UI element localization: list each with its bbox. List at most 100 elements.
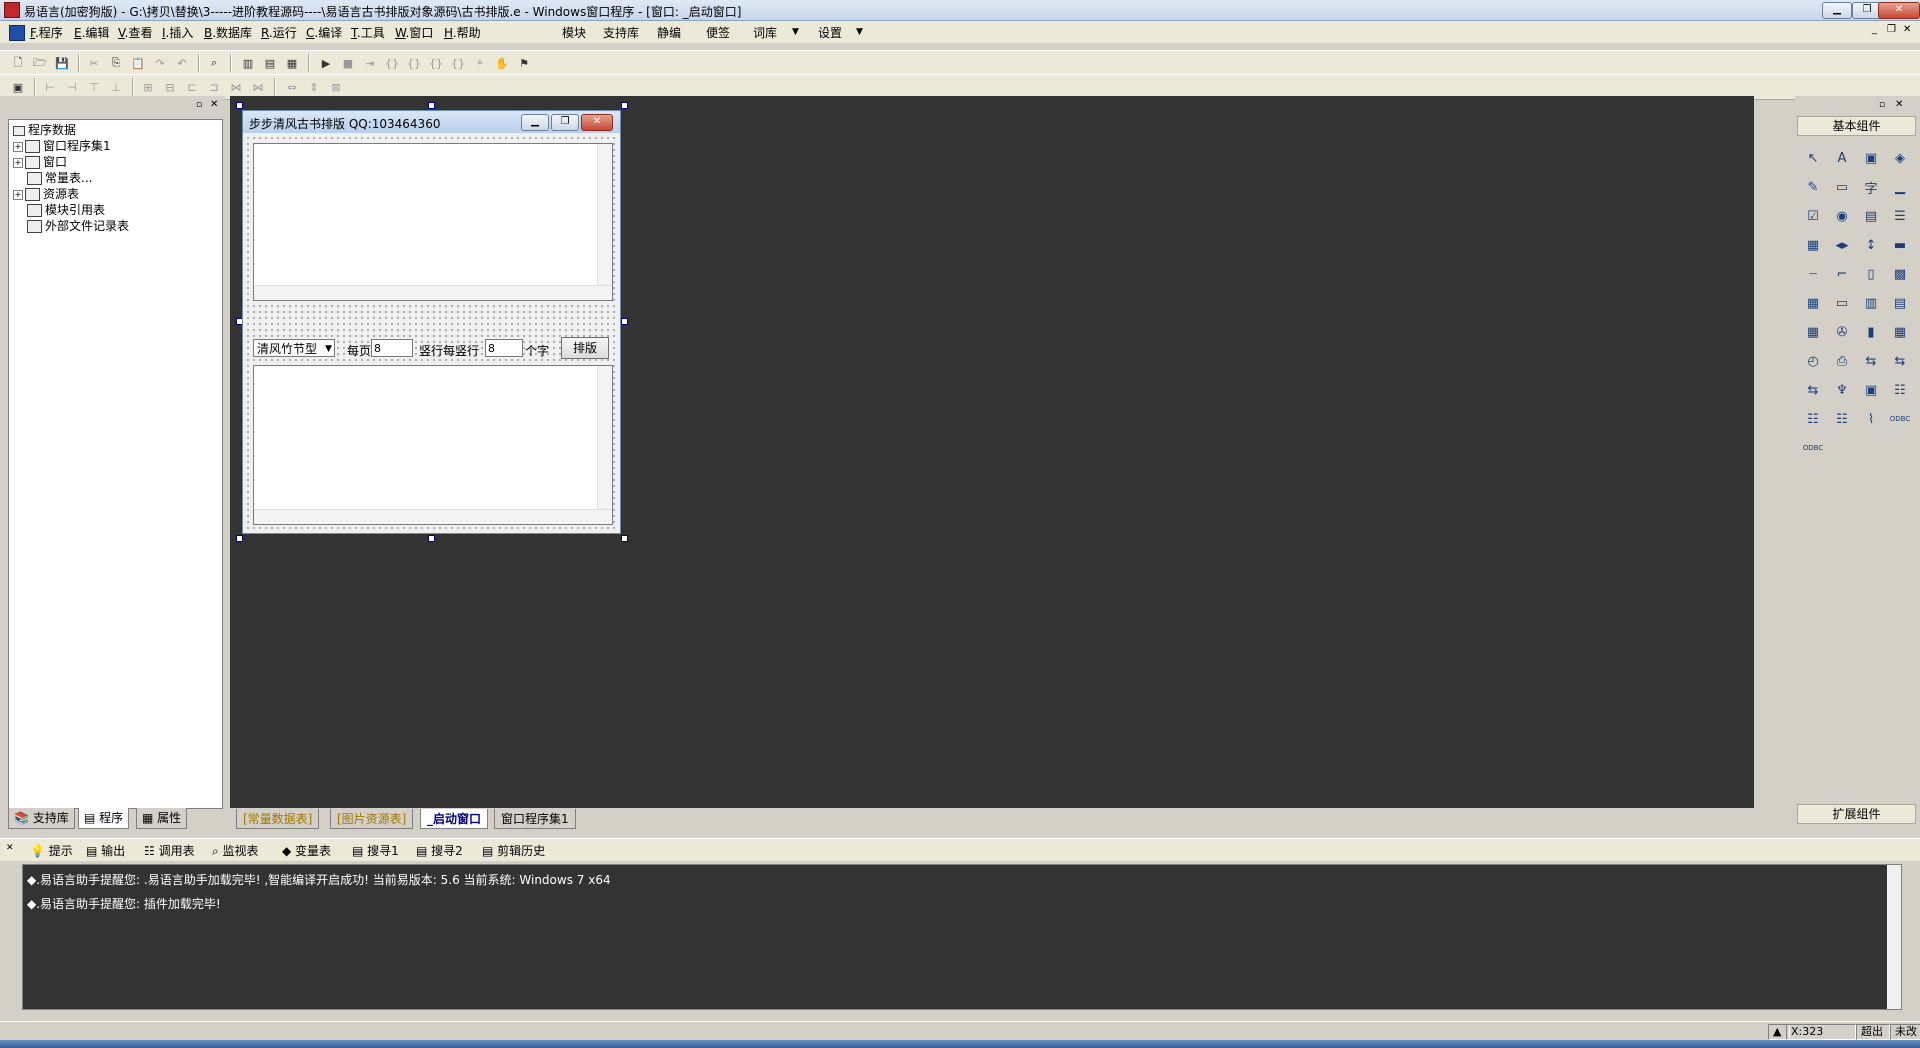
find-icon[interactable]: ⌕ — [206, 55, 222, 71]
menu-lexicon[interactable]: 词库 — [753, 24, 777, 41]
align-bottom-icon[interactable]: ⊥ — [108, 79, 124, 95]
source-text-box[interactable] — [253, 143, 613, 301]
component-34-icon[interactable]: ♆ — [1832, 380, 1852, 400]
width-icon[interactable]: ⇔ — [284, 79, 300, 95]
component-12-icon[interactable]: ☰ — [1890, 206, 1910, 226]
component-14-icon[interactable]: ◂▸ — [1832, 235, 1852, 255]
component-36-icon[interactable]: ☷ — [1890, 380, 1910, 400]
component-2-icon[interactable]: A — [1832, 148, 1852, 168]
center-h-icon[interactable]: ⊞ — [140, 79, 156, 95]
cut-icon[interactable]: ✂ — [86, 55, 102, 71]
component-32-icon[interactable]: ⇆ — [1890, 351, 1910, 371]
align-left-icon[interactable]: ⊢ — [42, 79, 58, 95]
component-18-icon[interactable]: ⌐ — [1832, 264, 1852, 284]
component-37-icon[interactable]: ☷ — [1803, 409, 1823, 429]
tab-variables[interactable]: ◆ 变量表 — [282, 842, 331, 859]
align-top-icon[interactable]: ⊤ — [86, 79, 102, 95]
per-page-spinner[interactable]: 8 — [371, 339, 413, 357]
tab-hint[interactable]: 💡 提示 — [30, 842, 73, 859]
open-file-icon[interactable]: 🗁 — [32, 55, 48, 71]
menu-database[interactable]: B.数据库 — [204, 24, 252, 41]
component-13-icon[interactable]: ▦ — [1803, 235, 1823, 255]
component-21-icon[interactable]: ▦ — [1803, 293, 1823, 313]
expand-icon[interactable]: + — [13, 141, 23, 152]
tab-call-stack[interactable]: ☷ 调用表 — [144, 842, 195, 859]
minimize-button[interactable]: ▁ — [1822, 2, 1852, 19]
component-24-icon[interactable]: ▤ — [1890, 293, 1910, 313]
menu-view[interactable]: V.查看 — [118, 24, 153, 41]
mdi-close-button[interactable]: ✕ — [1903, 24, 1911, 35]
component-20-icon[interactable]: ▩ — [1890, 264, 1910, 284]
component-8-icon[interactable]: ▁ — [1890, 177, 1910, 197]
height-icon[interactable]: ⇕ — [306, 79, 322, 95]
chevron-down-icon[interactable]: ▼ — [325, 340, 332, 358]
tab-clip-history[interactable]: ▤ 剪辑历史 — [482, 842, 545, 859]
tree-node[interactable]: + 窗口 — [13, 154, 67, 170]
expand-icon[interactable]: + — [13, 157, 23, 168]
component-25-icon[interactable]: ▦ — [1803, 322, 1823, 342]
menu-tools[interactable]: T.工具 — [351, 24, 385, 41]
space-h-icon[interactable]: ⊏ — [184, 79, 200, 95]
run-icon[interactable]: ▶ — [318, 55, 334, 71]
component-40-icon[interactable]: ODBC — [1890, 409, 1910, 429]
component-7-icon[interactable]: 字 — [1861, 177, 1881, 197]
tab-program[interactable]: ▤ 程序 — [78, 808, 130, 829]
menu-compile[interactable]: C.编译 — [306, 24, 342, 41]
component-10-icon[interactable]: ◉ — [1832, 206, 1852, 226]
tab-search1[interactable]: ▤ 搜寻1 — [352, 842, 399, 859]
extended-components-header[interactable]: 扩展组件 — [1797, 804, 1916, 824]
component-4-icon[interactable]: ◈ — [1890, 148, 1910, 168]
tab-properties[interactable]: ▦ 属性 — [136, 808, 188, 829]
menu-run[interactable]: R.运行 — [261, 24, 297, 41]
step-over-icon[interactable]: {} — [406, 55, 422, 71]
menu-notes[interactable]: 便签 — [706, 24, 730, 41]
component-31-icon[interactable]: ⇆ — [1861, 351, 1881, 371]
output-scrollbar[interactable] — [1887, 865, 1901, 1009]
tree-node[interactable]: 外部文件记录表 — [27, 218, 129, 234]
resize-handle[interactable] — [236, 102, 243, 109]
same-height-icon[interactable]: ⋈ — [250, 79, 266, 95]
menu-insert[interactable]: I.插入 — [162, 24, 193, 41]
step-out-icon[interactable]: {} — [428, 55, 444, 71]
resize-handle[interactable] — [428, 535, 435, 542]
resize-handle[interactable] — [428, 102, 435, 109]
horizontal-scrollbar[interactable] — [254, 509, 612, 524]
component-26-icon[interactable]: ✇ — [1832, 322, 1852, 342]
output-panel[interactable]: ◆.易语言助手提醒您: .易语言助手加载完毕! ,智能编译开启成功! 当前易版本… — [22, 864, 1902, 1010]
component-35-icon[interactable]: ▣ — [1861, 380, 1881, 400]
panel-pin-icon[interactable]: ▫ — [1879, 100, 1885, 110]
tab-constant-table[interactable]: [常量数据表] — [236, 809, 320, 829]
menu-module[interactable]: 模块 — [562, 24, 586, 41]
output-text-box[interactable] — [253, 365, 613, 525]
resize-handle[interactable] — [621, 535, 628, 542]
tab-output[interactable]: ▤ 输出 — [86, 842, 125, 859]
component-5-icon[interactable]: ✎ — [1803, 177, 1823, 197]
component-27-icon[interactable]: ▮ — [1861, 322, 1881, 342]
menu-static-compile[interactable]: 静编 — [657, 24, 681, 41]
tab-support-lib[interactable]: 📚 支持库 — [8, 808, 75, 829]
copy-icon[interactable]: ⎘ — [108, 55, 124, 71]
tab-search2[interactable]: ▤ 搜寻2 — [416, 842, 463, 859]
settings-dropdown-icon[interactable]: ▼ — [856, 27, 863, 37]
component-16-icon[interactable]: ▬ — [1890, 235, 1910, 255]
lexicon-dropdown-icon[interactable]: ▼ — [792, 27, 799, 37]
save-icon[interactable]: 💾 — [54, 55, 70, 71]
tree-node[interactable]: + 资源表 — [13, 186, 79, 202]
component-6-icon[interactable]: ▭ — [1832, 177, 1852, 197]
expand-icon[interactable]: + — [13, 189, 23, 200]
panel-close-icon[interactable]: ✕ — [210, 99, 218, 110]
layout-2-icon[interactable]: ▤ — [262, 55, 278, 71]
center-v-icon[interactable]: ⊟ — [162, 79, 178, 95]
menu-edit[interactable]: E.编辑 — [74, 24, 109, 41]
menu-program[interactable]: F.程序 — [30, 24, 63, 41]
step-into-icon[interactable]: {} — [384, 55, 400, 71]
stop-icon[interactable]: ■ — [340, 55, 356, 71]
component-28-icon[interactable]: ▦ — [1890, 322, 1910, 342]
undo-icon[interactable]: ↶ — [174, 55, 190, 71]
form-maximize-button[interactable]: ❐ — [551, 114, 579, 131]
component-33-icon[interactable]: ⇆ — [1803, 380, 1823, 400]
component-23-icon[interactable]: ▥ — [1861, 293, 1881, 313]
component-19-icon[interactable]: ▯ — [1861, 264, 1881, 284]
output-close-icon[interactable]: ✕ — [6, 843, 14, 853]
size-icon[interactable]: ⊠ — [328, 79, 344, 95]
